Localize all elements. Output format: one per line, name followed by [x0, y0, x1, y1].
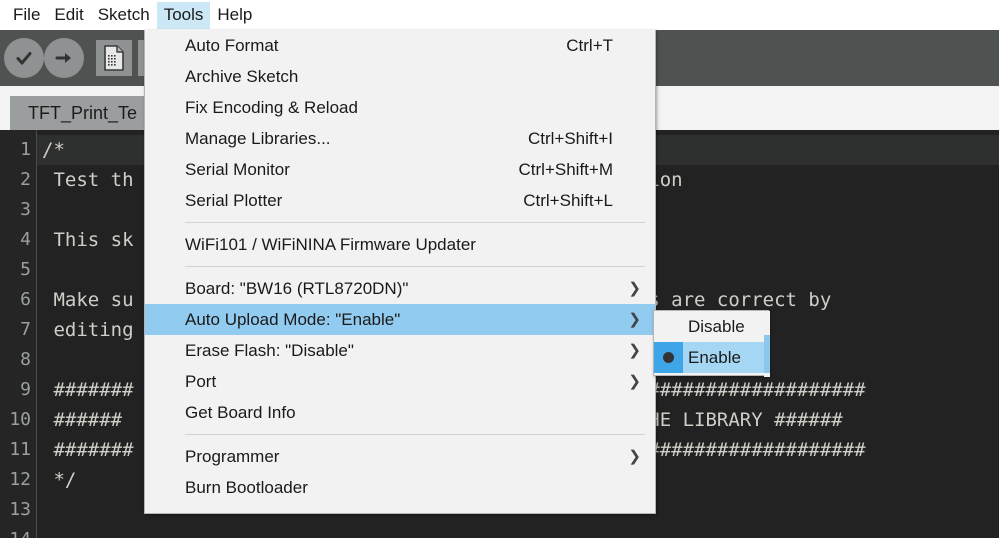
menu-separator [185, 434, 645, 435]
submenu-item-disable[interactable]: Disable [654, 311, 768, 342]
radio-dot [663, 352, 674, 363]
menu-item-label: Fix Encoding & Reload [185, 97, 358, 117]
menu-separator [185, 222, 645, 223]
tools-dropdown-menu: Auto Format Ctrl+T Archive Sketch Fix Encod… [144, 30, 656, 514]
menubar-item-file[interactable]: File [6, 2, 47, 29]
menu-item-label: Board: "BW16 (RTL8720DN)" [185, 278, 409, 298]
line-number: 12 [9, 469, 31, 490]
chevron-right-icon: ❯ [628, 280, 641, 297]
menu-item-label: Port [185, 371, 217, 391]
code-line: This sk [42, 229, 134, 251]
line-number: 14 [9, 525, 31, 538]
menu-bar: File Edit Sketch Tools Help [0, 0, 999, 30]
line-number: 8 [20, 349, 31, 370]
submenu-scrollbar[interactable] [764, 311, 770, 377]
upload-button[interactable] [44, 38, 84, 78]
chevron-right-icon: ❯ [628, 373, 641, 390]
menu-item-serial-plotter[interactable]: Serial Plotter Ctrl+Shift+L [145, 185, 655, 216]
submenu-scrollbar-thumb[interactable] [764, 335, 770, 373]
line-number: 2 [20, 169, 31, 190]
line-number: 11 [9, 439, 31, 460]
arrow-right-icon [55, 53, 71, 63]
line-number: 1 [20, 139, 31, 160]
new-sketch-button[interactable] [96, 40, 132, 76]
menu-item-label: Serial Monitor [185, 159, 290, 179]
menu-item-auto-format[interactable]: Auto Format Ctrl+T [145, 30, 655, 61]
line-number: 7 [20, 319, 31, 340]
menu-item-label: Auto Upload Mode: "Enable" [185, 309, 401, 329]
verify-button[interactable] [4, 38, 44, 78]
line-number: 3 [20, 199, 31, 220]
menu-item-label: Archive Sketch [185, 66, 299, 86]
line-number: 13 [9, 499, 31, 520]
arduino-ide-window: File Edit Sketch Tools Help TFT_Print_Te… [0, 0, 999, 538]
chevron-right-icon: ❯ [628, 448, 641, 465]
line-number: 10 [9, 409, 31, 430]
line-number: 9 [20, 379, 31, 400]
code-line: */ [42, 469, 77, 491]
menubar-item-help[interactable]: Help [210, 2, 259, 29]
line-number: 5 [20, 259, 31, 280]
menu-item-board-bw16-rtl8720dn[interactable]: Board: "BW16 (RTL8720DN)" ❯ [145, 273, 655, 304]
menu-item-label: Programmer [185, 446, 280, 466]
menubar-item-tools[interactable]: Tools [156, 1, 211, 29]
sketch-tab[interactable]: TFT_Print_Te [10, 96, 156, 130]
line-number: 6 [20, 289, 31, 310]
menu-item-label: Auto Format [185, 35, 279, 55]
menu-item-label: Manage Libraries... [185, 128, 331, 148]
auto-upload-mode-submenu: Disable Enable [653, 310, 770, 377]
menu-item-burn-bootloader[interactable]: Burn Bootloader [145, 472, 655, 503]
menu-item-label: Erase Flash: "Disable" [185, 340, 354, 360]
menu-item-serial-monitor[interactable]: Serial Monitor Ctrl+Shift+M [145, 154, 655, 185]
check-icon [16, 52, 32, 65]
chevron-right-icon: ❯ [628, 311, 641, 328]
menu-item-label: Get Board Info [185, 402, 296, 422]
menu-item-wifi101-wifinina-firmware-updater[interactable]: WiFi101 / WiFiNINA Firmware Updater [145, 229, 655, 260]
line-number-gutter: 1234567891011121314 [0, 130, 37, 538]
line-number: 4 [20, 229, 31, 250]
menu-item-shortcut: Ctrl+T [566, 35, 613, 55]
menu-separator [185, 266, 645, 267]
menu-item-auto-upload-mode-enable[interactable]: Auto Upload Mode: "Enable" ❯ [145, 304, 655, 335]
menubar-item-edit[interactable]: Edit [47, 2, 90, 29]
menu-item-fix-encoding-reload[interactable]: Fix Encoding & Reload [145, 92, 655, 123]
menu-item-label: Serial Plotter [185, 190, 283, 210]
menu-item-get-board-info[interactable]: Get Board Info [145, 397, 655, 428]
sketch-tab-label: TFT_Print_Te [28, 102, 138, 123]
menu-item-shortcut: Ctrl+Shift+L [523, 190, 613, 210]
menu-item-shortcut: Ctrl+Shift+M [518, 159, 613, 179]
code-line: /* [42, 139, 65, 161]
submenu-item-enable[interactable]: Enable [654, 342, 768, 373]
chevron-right-icon: ❯ [628, 342, 641, 359]
menu-item-programmer[interactable]: Programmer ❯ [145, 441, 655, 472]
document-icon [104, 45, 124, 71]
radio-selected-icon [654, 342, 683, 373]
menu-item-shortcut: Ctrl+Shift+I [527, 128, 613, 148]
menu-item-port[interactable]: Port ❯ [145, 366, 655, 397]
menu-item-label: Burn Bootloader [185, 477, 308, 497]
submenu-item-enable-label: Enable [688, 347, 741, 367]
menu-item-archive-sketch[interactable]: Archive Sketch [145, 61, 655, 92]
menu-item-erase-flash-disable[interactable]: Erase Flash: "Disable" ❯ [145, 335, 655, 366]
submenu-item-disable-label: Disable [688, 316, 745, 336]
menubar-item-sketch[interactable]: Sketch [91, 2, 157, 29]
menu-item-label: WiFi101 / WiFiNINA Firmware Updater [185, 234, 476, 254]
menu-item-manage-libraries[interactable]: Manage Libraries... Ctrl+Shift+I [145, 123, 655, 154]
